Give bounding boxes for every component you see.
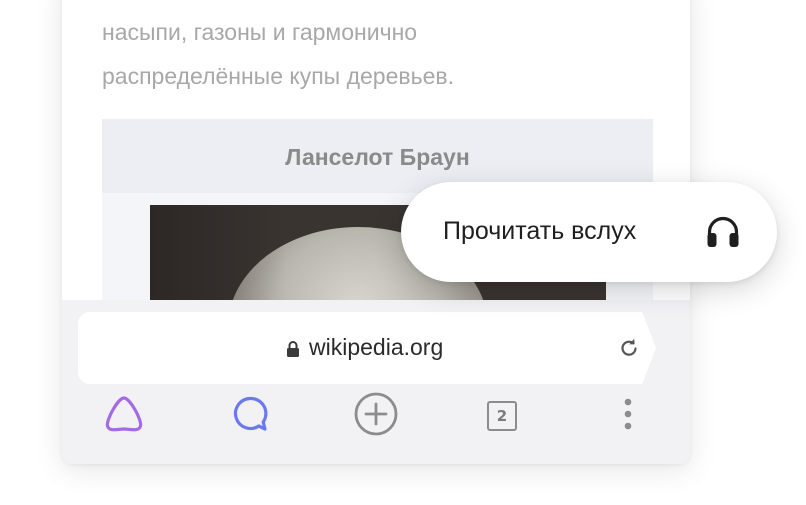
bottom-navigation: 2 (62, 392, 690, 440)
alice-button[interactable] (100, 392, 148, 440)
alice-icon (102, 394, 146, 439)
tabs-count: 2 (496, 407, 508, 425)
plus-circle-icon (353, 391, 399, 442)
lock-icon (286, 340, 300, 358)
headphones-icon (705, 215, 741, 249)
more-vertical-icon (623, 397, 633, 436)
article-line: распределённые купы деревьев. (102, 63, 454, 89)
reload-icon[interactable] (617, 336, 641, 360)
read-aloud-popup[interactable]: Прочитать вслух (401, 182, 777, 282)
messenger-button[interactable] (226, 392, 274, 440)
tabs-icon: 2 (487, 401, 517, 431)
screen: насыпи, газоны и гармонично распределённ… (0, 0, 806, 505)
article-line: насыпи, газоны и гармонично (102, 19, 418, 45)
article-text: насыпи, газоны и гармонично распределённ… (102, 10, 662, 98)
menu-button[interactable] (604, 392, 652, 440)
address-bar[interactable]: wikipedia.org (78, 312, 656, 384)
chat-bubble-icon (230, 394, 270, 439)
browser-toolbar: wikipedia.org 2 (62, 300, 690, 464)
url-text: wikipedia.org (309, 334, 444, 360)
read-aloud-label: Прочитать вслух (443, 217, 637, 245)
new-tab-button[interactable] (352, 392, 400, 440)
tabs-button[interactable]: 2 (478, 392, 526, 440)
